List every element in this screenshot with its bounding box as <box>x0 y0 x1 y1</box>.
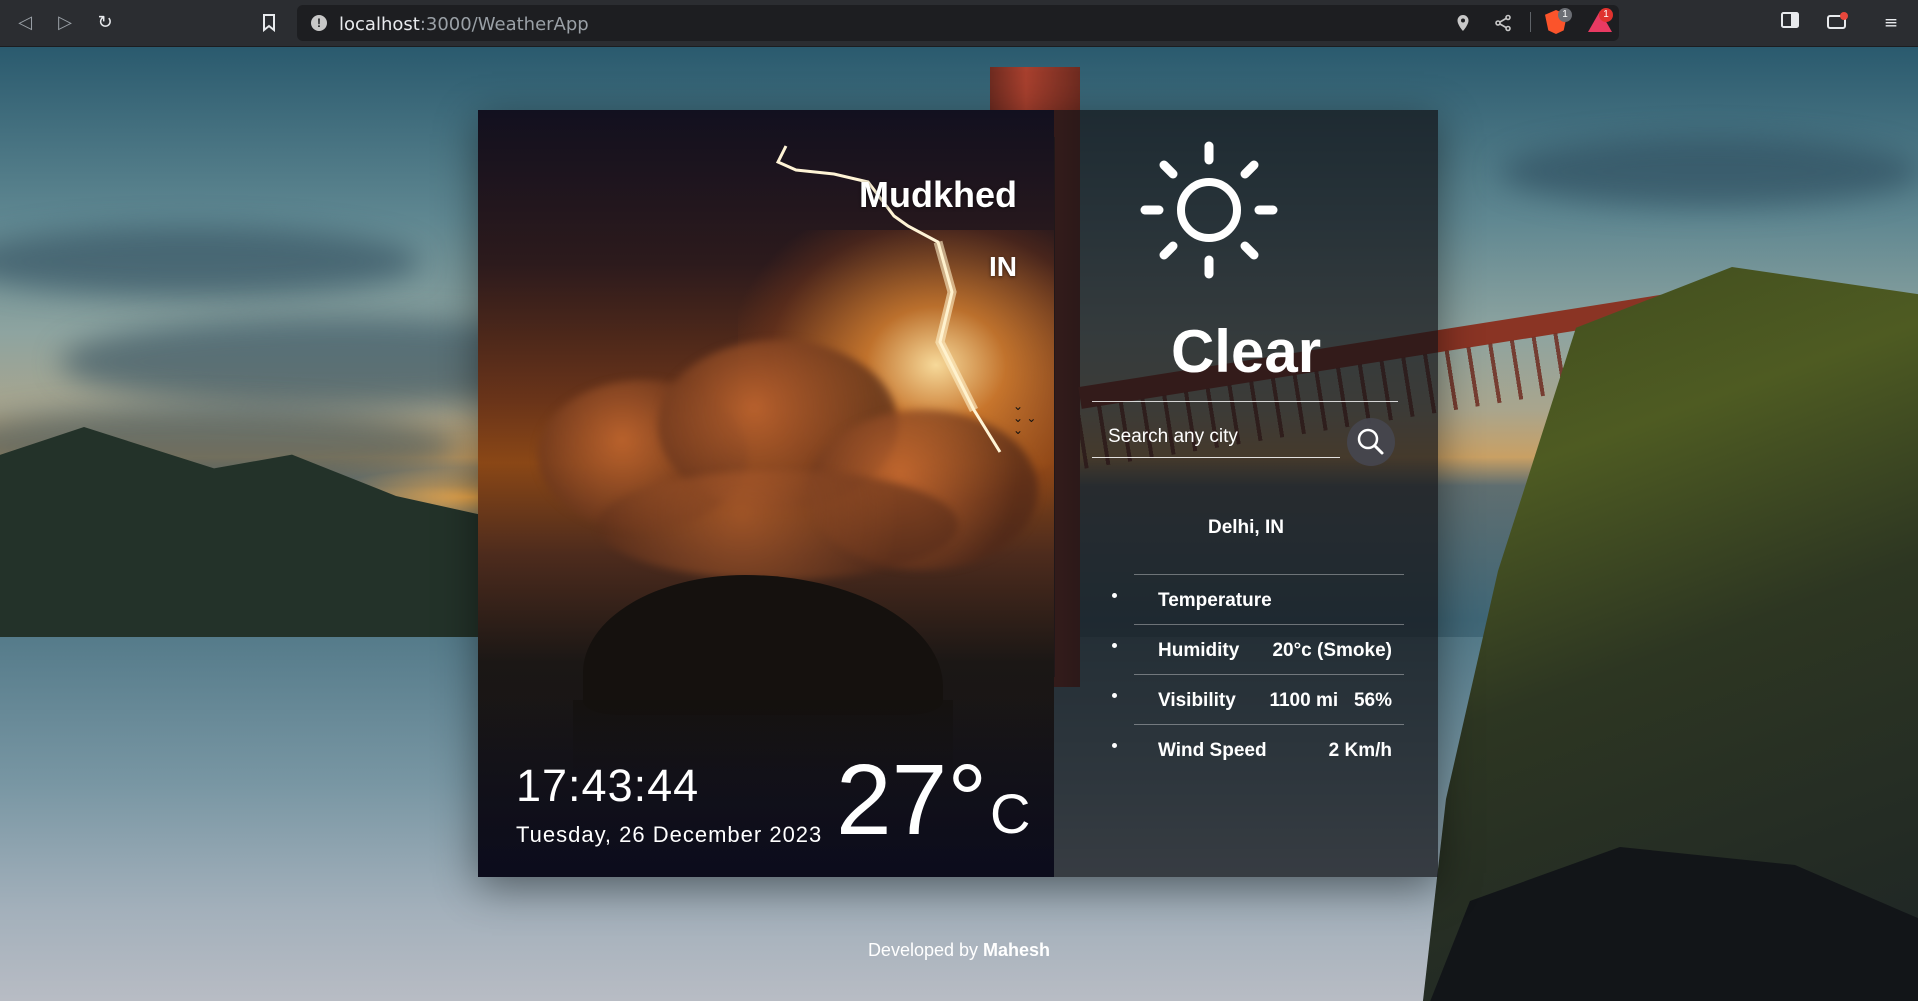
url-path: :3000/WeatherApp <box>419 14 589 35</box>
footer-prefix: Developed by <box>867 940 984 960</box>
bookmark-icon[interactable] <box>256 10 282 36</box>
cloud <box>0 227 420 297</box>
detail-temperature: Temperature <box>1112 574 1404 624</box>
location-pin-icon[interactable] <box>1453 14 1473 34</box>
temperature-unit: C <box>990 782 1031 845</box>
detail-label: Humidity <box>1158 640 1240 661</box>
detail-label: Wind Speed <box>1158 740 1267 761</box>
current-time: 17:43:44 <box>516 760 700 811</box>
footer-author: Mahesh <box>983 940 1051 960</box>
temperature-value: 27° <box>836 744 988 856</box>
wallet-icon[interactable] <box>1827 12 1849 34</box>
birds: ⌄ ⌄ ⌄ ⌄ <box>1013 399 1037 437</box>
menu-icon[interactable]: ≡ <box>1880 12 1902 34</box>
weather-card: ⌄ ⌄ ⌄ ⌄ Mudkhed IN 17:43:44 Tuesday, 26 De… <box>478 110 1438 877</box>
bullet <box>1112 693 1117 698</box>
detail-humidity: Humidity 20°c (Smoke) <box>1112 624 1404 674</box>
divider <box>1092 401 1398 402</box>
search-icon <box>1357 428 1384 455</box>
bullet <box>1112 643 1117 648</box>
address-bar[interactable]: ! localhost:3000/WeatherApp <box>297 5 1619 41</box>
bullet <box>1112 743 1117 748</box>
current-date: Tuesday, 26 December 2023 <box>516 822 823 847</box>
detail-label: Temperature <box>1158 590 1272 611</box>
country-code: IN <box>989 251 1017 282</box>
detail-value: 1100 mi 56% <box>1269 690 1392 711</box>
city-search-input[interactable] <box>1092 416 1340 458</box>
weather-hero-panel: ⌄ ⌄ ⌄ ⌄ Mudkhed IN 17:43:44 Tuesday, 26 De… <box>478 110 1054 877</box>
footer-credit: Developed by Mahesh <box>0 940 1918 961</box>
share-icon[interactable] <box>1493 14 1513 34</box>
weather-details-panel: Clear Delhi, IN Temperature Humidity 20°c… <box>1054 110 1438 877</box>
browser-toolbar: ◁ ▷ ↻ ! localhost:3000/WeatherApp 1 1 ≡ <box>0 0 1918 47</box>
city-name: Mudkhed <box>859 174 1017 215</box>
bullet <box>1112 593 1117 598</box>
url-host: localhost <box>339 14 420 35</box>
rewards-count-badge: 1 <box>1599 8 1613 22</box>
shields-count-badge: 1 <box>1558 8 1572 22</box>
detail-value: 2 Km/h <box>1328 740 1392 761</box>
cloud <box>1500 137 1918 207</box>
search-button[interactable] <box>1347 418 1395 466</box>
detail-wind-speed: Wind Speed 2 Km/h <box>1112 724 1404 774</box>
forward-icon[interactable]: ▷ <box>52 10 78 36</box>
toolbar-separator <box>1530 12 1531 32</box>
url-text[interactable]: localhost:3000/WeatherApp <box>339 14 589 35</box>
weather-details-list: Temperature Humidity 20°c (Smoke) Visibil… <box>1112 574 1404 774</box>
reload-icon[interactable]: ↻ <box>92 10 118 36</box>
detail-value: 20°c (Smoke) <box>1272 640 1392 661</box>
searched-location: Delhi, IN <box>1207 517 1284 538</box>
detail-label: Visibility <box>1158 690 1236 711</box>
sidebar-toggle-icon[interactable] <box>1779 12 1801 34</box>
back-icon[interactable]: ◁ <box>12 10 38 36</box>
site-info-icon[interactable]: ! <box>311 15 327 31</box>
weather-condition: Clear <box>1170 318 1322 385</box>
sun-icon <box>1140 141 1278 279</box>
detail-visibility: Visibility 1100 mi 56% <box>1112 674 1404 724</box>
